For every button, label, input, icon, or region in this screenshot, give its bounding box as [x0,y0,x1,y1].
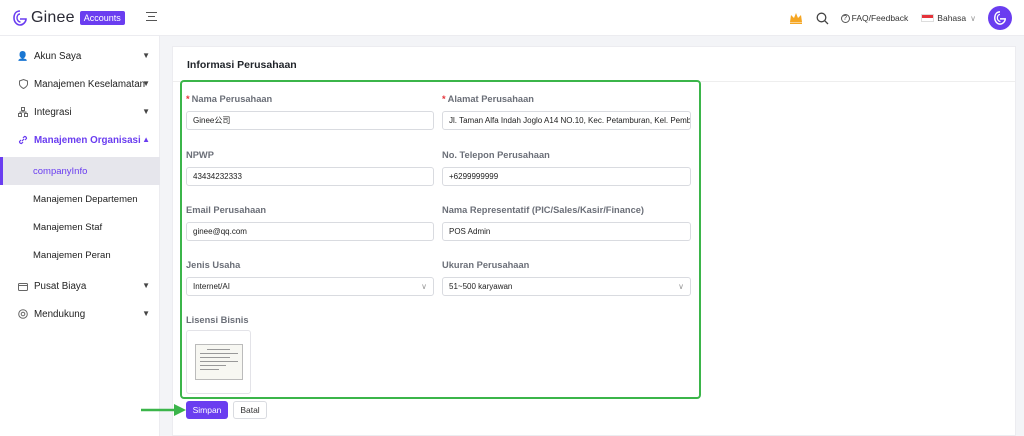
user-icon: 👤 [17,50,29,61]
chevron-up-icon: ▲ [142,135,150,144]
sidebar-subitem-manajemen-departemen[interactable]: Manajemen Departemen [0,185,160,213]
sidebar-item-label: Mendukung [34,308,86,320]
required-marker: * [442,94,446,104]
faq-label: FAQ/Feedback [851,13,909,23]
certificate-image [194,344,243,380]
email-field[interactable]: ginee@qq.com [186,222,434,241]
search-icon[interactable] [816,12,829,25]
sidebar-subitem-label: Manajemen Departemen [33,193,138,205]
sidebar-item-label: Akun Saya [34,50,82,62]
company-name-label-text: Nama Perusahaan [191,94,273,104]
language-label: Bahasa [937,13,967,23]
chevron-down-icon: ∨ [970,13,976,23]
sidebar-subitem-label: companyInfo [33,165,88,177]
sidebar-item-manajemen-keselamatan[interactable]: Manajemen Keselamatan ▼ [0,70,160,98]
company-address-label: * Alamat Perusahaan [442,94,534,104]
cancel-button[interactable]: Batal [233,401,267,419]
sidebar-item-label: Manajemen Organisasi [34,134,141,146]
help-icon [18,309,28,319]
business-type-select[interactable]: Internet/AI ∨ [186,277,434,296]
phone-label: No. Telepon Perusahaan [442,150,550,160]
language-selector[interactable]: Bahasa ∨ [921,13,976,23]
business-type-label: Jenis Usaha [186,260,241,270]
sidebar-item-manajemen-organisasi[interactable]: Manajemen Organisasi ▲ [0,126,160,154]
header-actions: ? FAQ/Feedback Bahasa ∨ [789,6,1012,30]
npwp-field[interactable]: 43434232333 [186,167,434,186]
chevron-down-icon: ▼ [142,309,150,318]
sidebar-subitem-companyinfo[interactable]: companyInfo [0,157,160,185]
sidebar: 👤 Akun Saya ▼ Manajemen Keselamatan ▼ In… [0,36,160,436]
npwp-value: 43434232333 [193,172,242,181]
sidebar-item-pusat-biaya[interactable]: Pusat Biaya ▼ [0,272,160,300]
company-address-field[interactable]: Jl. Taman Alfa Indah Joglo A14 NO.10, Ke… [442,111,691,130]
email-value: ginee@qq.com [193,227,247,236]
npwp-label: NPWP [186,150,214,160]
company-size-label: Ukuran Perusahaan [442,260,530,270]
logo-badge: Accounts [79,11,125,25]
license-thumbnail[interactable] [186,330,251,394]
sidebar-subitem-manajemen-staf[interactable]: Manajemen Staf [0,213,160,241]
page-title: Informasi Perusahaan [187,59,297,71]
avatar[interactable] [988,6,1012,30]
sidebar-item-label: Pusat Biaya [34,280,87,292]
pointer-arrow-icon [141,404,186,416]
company-size-value: 51~500 karyawan [449,282,513,291]
shield-icon [18,79,28,89]
faq-feedback-link[interactable]: ? FAQ/Feedback [840,13,909,23]
chevron-down-icon: ▼ [142,51,150,60]
help-icon: ? [840,13,850,23]
wallet-icon [18,281,28,291]
sidebar-subitem-label: Manajemen Peran [33,249,111,261]
chevron-down-icon: ▼ [142,107,150,116]
chevron-down-icon: ▼ [142,281,150,290]
flag-indonesia-icon [921,14,935,22]
sidebar-item-akun-saya[interactable]: 👤 Akun Saya ▼ [0,42,160,70]
avatar-logo-icon [994,11,1006,25]
company-address-value: Jl. Taman Alfa Indah Joglo A14 NO.10, Ke… [449,116,691,125]
representative-label: Nama Representatif (PIC/Sales/Kasir/Fina… [442,205,645,215]
sidebar-item-label: Integrasi [34,106,72,118]
phone-value: +6299999999 [449,172,499,181]
ginee-logo-icon [13,10,27,26]
required-marker: * [186,94,190,104]
chevron-down-icon: ▼ [142,79,150,88]
sidebar-item-label: Manajemen Keselamatan [34,78,146,90]
sidebar-item-integrasi[interactable]: Integrasi ▼ [0,98,160,126]
save-button[interactable]: Simpan [186,401,228,419]
company-name-field[interactable]: Ginee公司 [186,111,434,130]
sidebar-subitem-label: Manajemen Staf [33,221,103,233]
app-logo[interactable]: Ginee Accounts [13,9,125,27]
hierarchy-icon [18,107,28,117]
representative-value: POS Admin [449,227,491,236]
company-address-label-text: Alamat Perusahaan [447,94,534,104]
sidebar-subitem-manajemen-peran[interactable]: Manajemen Peran [0,241,160,269]
company-size-select[interactable]: 51~500 karyawan ∨ [442,277,691,296]
top-bar: Ginee Accounts ? FAQ/Feedback Bahasa ∨ [0,0,1024,36]
logo-text: Ginee [31,9,75,26]
sidebar-item-mendukung[interactable]: Mendukung ▼ [0,300,160,328]
chevron-down-icon: ∨ [421,282,427,291]
phone-field[interactable]: +6299999999 [442,167,691,186]
company-name-label: * Nama Perusahaan [186,94,272,104]
email-label: Email Perusahaan [186,205,267,215]
company-name-value: Ginee公司 [193,116,231,125]
link-icon [18,135,28,145]
business-type-value: Internet/AI [193,282,230,291]
representative-field[interactable]: POS Admin [442,222,691,241]
menu-toggle-icon[interactable] [146,12,157,23]
crown-icon[interactable] [789,11,803,25]
chevron-down-icon: ∨ [678,282,684,291]
license-label: Lisensi Bisnis [186,315,249,325]
